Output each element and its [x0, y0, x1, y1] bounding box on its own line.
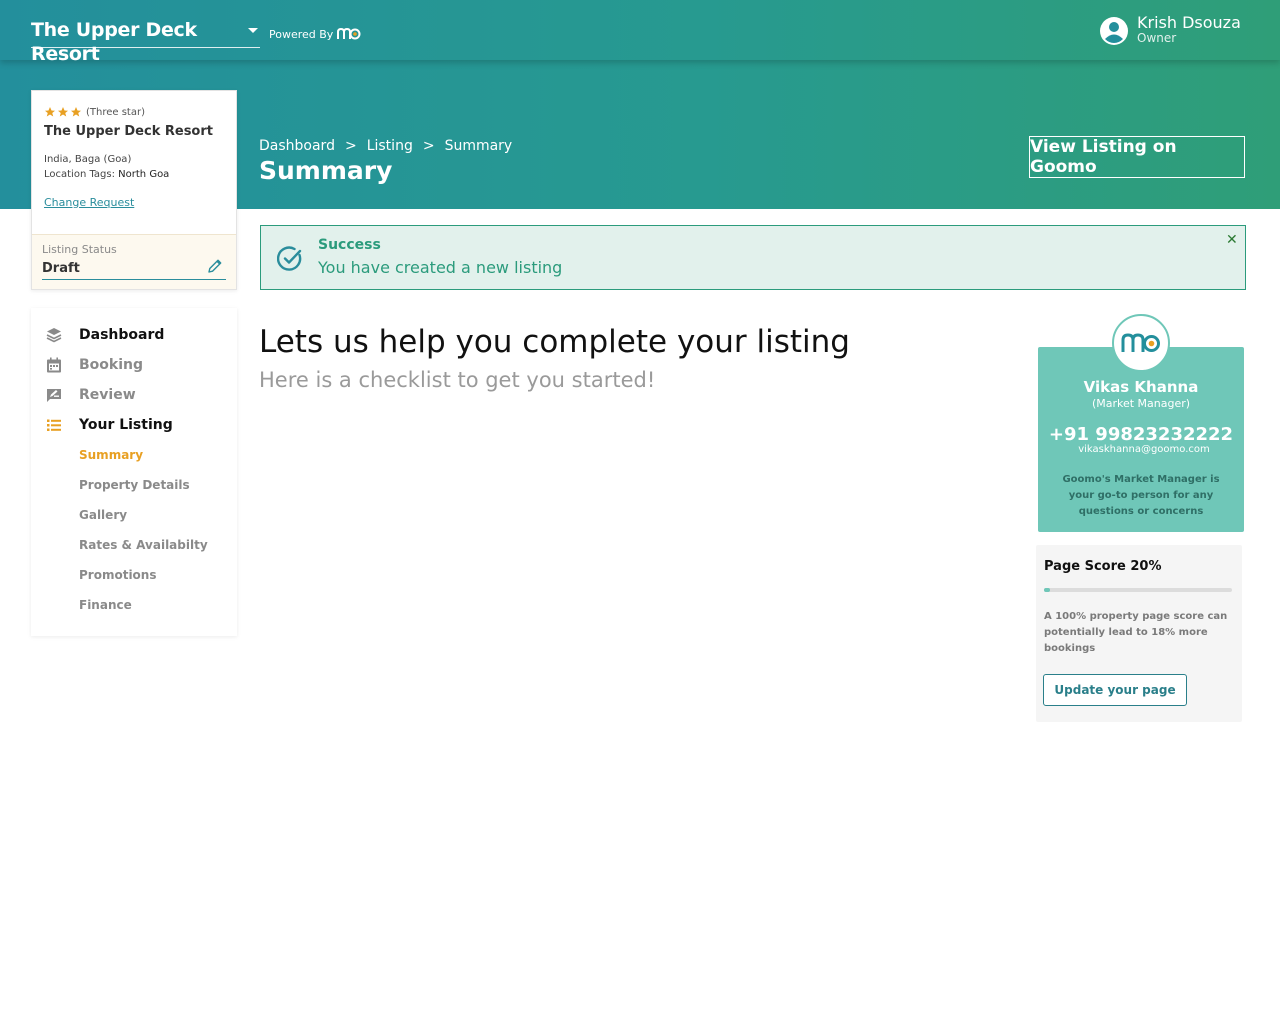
manager-phone[interactable]: +91 99823232222	[1038, 424, 1244, 445]
view-listing-button[interactable]: View Listing on Goomo	[1029, 136, 1245, 178]
checklist-subheading: Here is a checklist to get you started!	[259, 368, 656, 392]
page-score-title: Page Score 20%	[1044, 559, 1162, 574]
manager-name: Vikas Khanna	[1083, 378, 1199, 396]
page-score-progress-fill	[1044, 588, 1051, 592]
listing-status: Listing Status Draft	[32, 234, 236, 289]
location-tags-value: North Goa	[118, 169, 170, 180]
page-title: Summary	[259, 156, 393, 185]
list-icon	[47, 419, 61, 431]
star-rating-label: (Three star)	[86, 106, 145, 118]
status-underline	[42, 279, 226, 280]
alert-message: You have created a new listing	[318, 258, 563, 277]
user-name: Krish Dsouza	[1137, 13, 1241, 32]
menu-item-dashboard[interactable]: Dashboard	[31, 324, 237, 346]
menu-item-review[interactable]: Review	[31, 384, 237, 406]
breadcrumb: Dashboard > Listing > Summary	[259, 138, 512, 154]
star-rating: (Three star)	[44, 106, 145, 118]
listing-status-value: Draft	[42, 261, 80, 276]
top-bar: The Upper Deck Resort Powered By Krish D…	[0, 0, 1280, 65]
breadcrumb-separator: >	[422, 138, 435, 154]
breadcrumb-summary: Summary	[444, 138, 513, 154]
menu-item-label: Dashboard	[79, 327, 165, 343]
page-score-description: A 100% property page score can potential…	[1044, 611, 1228, 654]
location-tags-label: Location Tags:	[44, 169, 115, 180]
location-tags: Location Tags: North Goa	[44, 169, 169, 180]
submenu-property-details[interactable]: Property Details	[79, 478, 190, 492]
property-card: (Three star) The Upper Deck Resort India…	[31, 90, 237, 290]
property-selector-label: The Upper Deck Resort	[31, 19, 197, 65]
property-location: India, Baga (Goa)	[44, 154, 132, 165]
update-page-button[interactable]: Update your page	[1043, 674, 1187, 706]
powered-by-label: Powered By	[269, 27, 334, 41]
layers-icon	[46, 328, 62, 343]
star-icon	[58, 107, 68, 117]
menu-item-label: Your Listing	[79, 417, 173, 433]
menu-item-label: Booking	[79, 357, 144, 373]
change-request-link[interactable]: Change Request	[44, 196, 134, 209]
menu-item-booking[interactable]: Booking	[31, 354, 237, 376]
breadcrumb-separator: >	[344, 138, 357, 154]
calendar-icon	[47, 357, 61, 373]
user-role: Owner	[1137, 31, 1177, 45]
star-icon	[71, 107, 81, 117]
goomo-logo-icon	[1121, 333, 1160, 352]
pencil-icon[interactable]	[206, 257, 224, 275]
review-icon	[47, 389, 61, 402]
side-menu: Dashboard Booking Review Your Listing Su…	[31, 308, 237, 636]
page-score-card: Page Score 20% A 100% property page scor…	[1036, 545, 1242, 722]
checklist-heading: Lets us help you complete your listing	[259, 324, 850, 360]
check-circle-icon	[277, 246, 302, 271]
submenu-summary[interactable]: Summary	[79, 448, 143, 462]
close-icon[interactable]: ✕	[1226, 232, 1238, 248]
star-icon	[45, 107, 55, 117]
manager-role: (Market Manager)	[1091, 397, 1191, 410]
listing-status-label: Listing Status	[42, 243, 117, 256]
submenu-finance[interactable]: Finance	[79, 598, 132, 612]
submenu-rates-availability[interactable]: Rates & Availabilty	[79, 538, 208, 552]
breadcrumb-dashboard[interactable]: Dashboard	[259, 138, 335, 154]
menu-item-your-listing[interactable]: Your Listing	[31, 414, 237, 436]
page-score-progress	[1044, 588, 1232, 592]
alert-title: Success	[318, 237, 381, 253]
submenu-promotions[interactable]: Promotions	[79, 568, 156, 582]
breadcrumb-listing[interactable]: Listing	[367, 138, 413, 154]
goomo-logo-icon	[337, 27, 361, 40]
user-menu[interactable]: Krish Dsouza Owner	[1099, 14, 1241, 46]
powered-by: Powered By	[269, 27, 361, 41]
goomo-logo	[1112, 314, 1170, 372]
menu-item-label: Review	[79, 387, 136, 403]
manager-description: Goomo's Market Manager is your go-to per…	[1062, 474, 1220, 517]
chevron-down-icon	[248, 28, 258, 33]
market-manager-card: Vikas Khanna (Market Manager) +91 998232…	[1038, 347, 1244, 532]
success-alert: Success You have created a new listing ✕	[260, 225, 1246, 290]
property-name: The Upper Deck Resort	[44, 124, 213, 139]
property-selector[interactable]: The Upper Deck Resort	[31, 18, 260, 65]
user-avatar-icon	[1100, 17, 1128, 45]
manager-email[interactable]: vikaskhanna@goomo.com	[1038, 444, 1244, 455]
submenu-gallery[interactable]: Gallery	[79, 508, 127, 522]
